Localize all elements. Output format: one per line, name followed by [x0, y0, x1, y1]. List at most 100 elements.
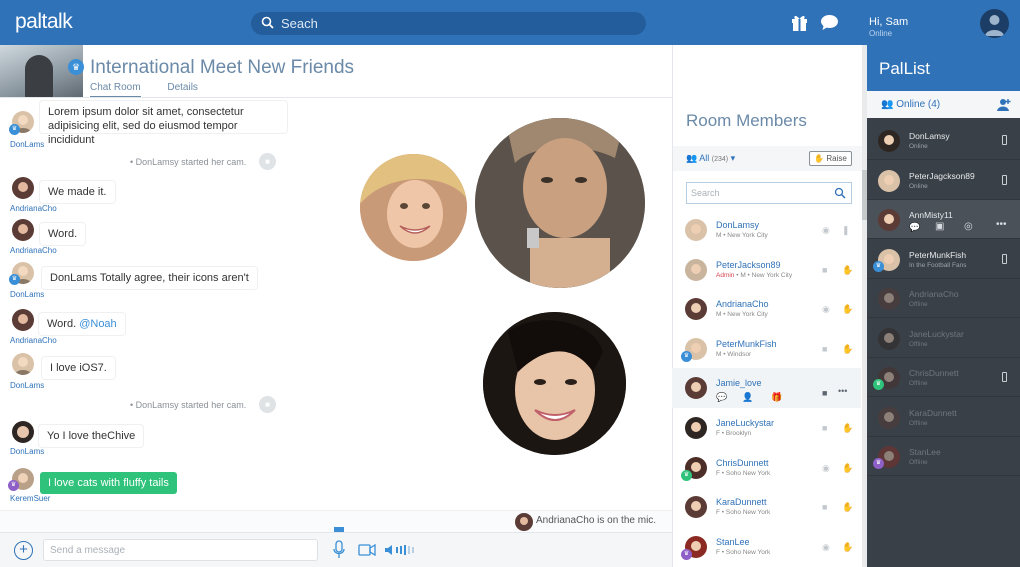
message-username[interactable]: DonLams [10, 447, 44, 456]
pal-name[interactable]: PeterJagckson89 [909, 171, 975, 181]
webcam-video[interactable] [360, 154, 467, 261]
video-camera-icon[interactable]: ■ [822, 388, 827, 398]
avatar[interactable] [12, 421, 34, 443]
tab-details[interactable]: Details [167, 82, 198, 96]
pal-name[interactable]: AndrianaCho [909, 289, 959, 299]
eye-icon[interactable]: ◉ [822, 542, 830, 553]
video-camera-icon[interactable]: ■ [822, 344, 827, 354]
avatar[interactable] [878, 169, 900, 192]
pal-row[interactable]: ♛ PeterMunkFish In the Football Fans [867, 240, 1020, 279]
chat-icon[interactable]: 💬 [909, 222, 920, 233]
member-name[interactable]: AndrianaCho [716, 299, 769, 309]
avatar[interactable] [12, 353, 34, 375]
eye-icon[interactable]: ◉ [822, 304, 830, 315]
members-search[interactable] [686, 182, 852, 204]
hand-icon[interactable]: ✋ [842, 265, 853, 276]
message-username[interactable]: DonLams [10, 290, 44, 299]
pal-row[interactable]: DonLamsy Online [867, 121, 1020, 160]
member-name[interactable]: ChrisDunnett [716, 458, 769, 468]
message-username[interactable]: AndrianaCho [10, 336, 57, 345]
more-options-icon[interactable]: ••• [996, 219, 1007, 230]
members-filter-dropdown[interactable]: 👥 All (234) ▾ [686, 153, 735, 164]
member-row[interactable]: AndrianaCho M • New York City ◉ ✋ [672, 289, 861, 329]
avatar[interactable] [12, 309, 34, 331]
message-username[interactable]: DonLams [10, 381, 44, 390]
volume-icon[interactable] [385, 544, 415, 556]
paltalk-logo[interactable]: paltalk [15, 10, 73, 34]
add-friend-icon[interactable]: 👤 [742, 392, 753, 403]
eye-icon[interactable]: ◉ [822, 463, 830, 474]
pal-name[interactable]: PeterMunkFish [909, 250, 966, 260]
avatar[interactable] [12, 219, 34, 241]
avatar[interactable] [12, 177, 34, 199]
avatar[interactable] [685, 258, 707, 281]
member-name[interactable]: KaraDunnett [716, 497, 767, 507]
hand-icon[interactable]: ✋ [842, 502, 853, 513]
avatar[interactable] [685, 219, 707, 241]
mention-link[interactable]: @Noah [79, 318, 116, 330]
member-row[interactable]: Jamie_love 💬 👤 🎁 ■ ••• [672, 368, 861, 409]
add-user-icon[interactable] [997, 98, 1011, 111]
member-row[interactable]: KaraDunnett F • Soho New York ■ ✋ [672, 487, 861, 527]
video-camera-icon[interactable]: ■ [822, 265, 827, 275]
avatar[interactable] [685, 377, 707, 400]
message-username[interactable]: AndrianaCho [10, 246, 57, 255]
avatar[interactable] [878, 288, 900, 310]
pal-name[interactable]: StanLee [909, 447, 941, 457]
pallist-online-tab[interactable]: 👥 Online (4) [867, 91, 1020, 118]
member-name[interactable]: StanLee [716, 537, 750, 547]
webcam-video[interactable] [475, 118, 645, 288]
hand-icon[interactable]: ✋ [842, 423, 853, 434]
pal-row[interactable]: AnnMisty11 💬 ▣ ◎ ••• [867, 200, 1020, 239]
gift-icon[interactable]: 🎁 [771, 392, 782, 403]
chat-bubble-icon[interactable] [820, 13, 839, 32]
member-name[interactable]: PeterMunkFish [716, 339, 777, 349]
message-username[interactable]: AndrianaCho [10, 204, 57, 213]
member-row[interactable]: ♛ StanLee F • Soho New York ◉ ✋ [672, 527, 861, 567]
member-name[interactable]: Jamie_love [716, 378, 762, 388]
pal-name[interactable]: AnnMisty11 [909, 210, 953, 220]
member-row[interactable]: JaneLuckystar F • Brooklyn ■ ✋ [672, 408, 861, 448]
members-search-input[interactable] [691, 186, 831, 200]
pal-name[interactable]: KaraDunnett [909, 408, 957, 418]
pal-row[interactable]: ♛ StanLee Offline [867, 437, 1020, 476]
global-search[interactable] [251, 12, 646, 35]
add-attachment-button[interactable]: + [14, 541, 33, 560]
hand-icon[interactable]: ✋ [842, 344, 853, 355]
video-camera-icon[interactable]: ■ [822, 423, 827, 433]
pal-row[interactable]: AndrianaCho Offline [867, 279, 1020, 318]
avatar[interactable] [878, 406, 900, 429]
games-icon[interactable]: ▣ [935, 221, 944, 232]
pal-row[interactable]: ♛ ChrisDunnett Offline [867, 358, 1020, 397]
microphone-icon[interactable] [333, 540, 345, 559]
camera-icon[interactable]: ■ [259, 396, 276, 413]
member-name[interactable]: DonLamsy [716, 220, 759, 230]
video-camera-icon[interactable]: ■ [822, 502, 827, 512]
pal-name[interactable]: JaneLuckystar [909, 329, 964, 339]
global-search-input[interactable] [281, 15, 631, 32]
avatar[interactable] [685, 496, 707, 519]
camera-icon[interactable]: ■ [259, 153, 276, 170]
member-name[interactable]: PeterJackson89 [716, 260, 781, 270]
profile-icon[interactable]: ◎ [964, 221, 973, 232]
webcam-video[interactable] [483, 312, 626, 455]
message-username[interactable]: DonLams [10, 140, 44, 149]
pal-row[interactable]: KaraDunnett Offline [867, 398, 1020, 437]
chat-icon[interactable]: 💬 [716, 392, 727, 403]
eye-icon[interactable]: ◉ [822, 225, 830, 236]
pal-row[interactable]: JaneLuckystar Offline [867, 319, 1020, 358]
avatar[interactable] [878, 209, 900, 231]
avatar[interactable] [685, 417, 707, 439]
pal-row[interactable]: PeterJagckson89 Online [867, 161, 1020, 200]
member-row[interactable]: ♛ ChrisDunnett F • Soho New York ◉ ✋ [672, 448, 861, 488]
gift-icon[interactable] [790, 13, 809, 32]
pal-name[interactable]: ChrisDunnett [909, 368, 959, 378]
pal-name[interactable]: DonLamsy [909, 131, 950, 141]
tab-chat-room[interactable]: Chat Room [90, 82, 141, 98]
message-username[interactable]: KeremSuer [10, 494, 50, 503]
hand-icon[interactable]: ✋ [842, 542, 853, 553]
avatar[interactable] [878, 130, 900, 152]
microphone-icon[interactable]: ❚ [842, 225, 850, 236]
more-options-icon[interactable]: ••• [838, 386, 847, 396]
message-input[interactable] [43, 539, 318, 561]
